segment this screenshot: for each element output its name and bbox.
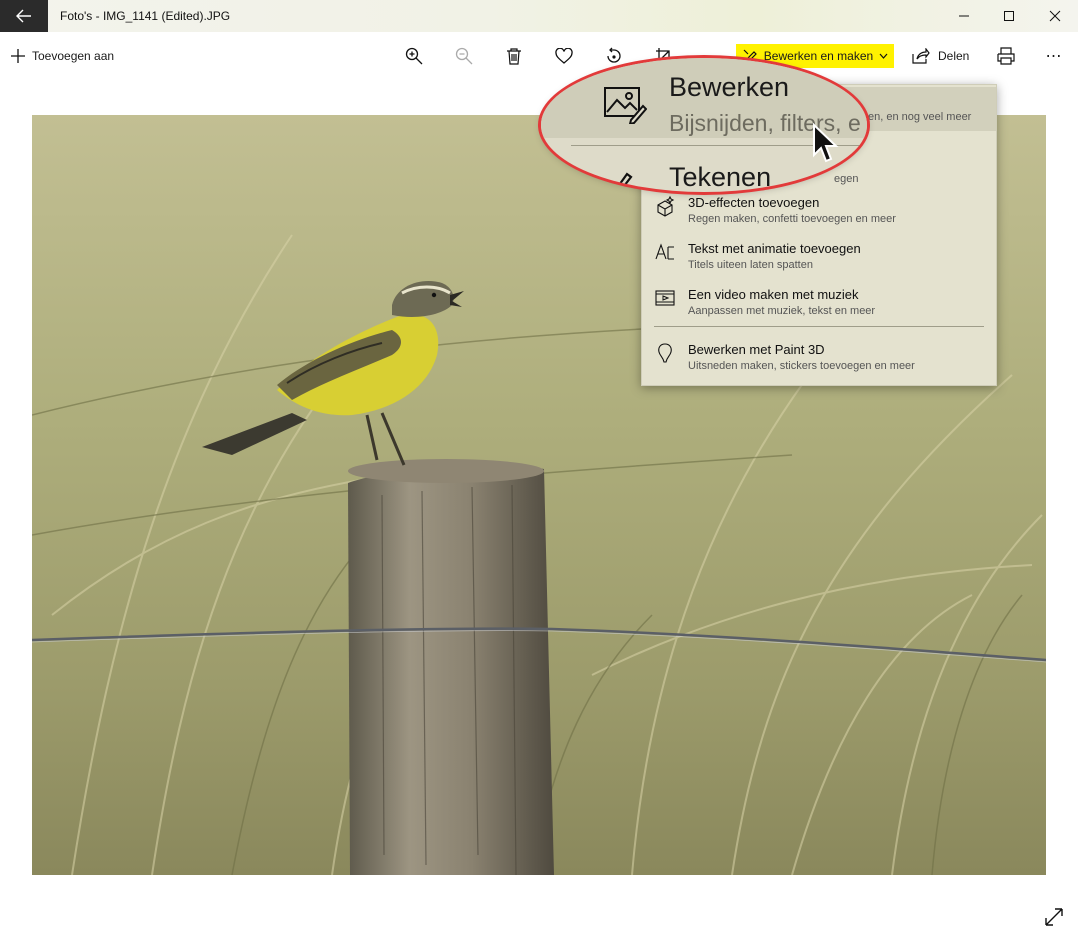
print-button[interactable] — [990, 40, 1022, 72]
zoom-out-button[interactable] — [448, 40, 480, 72]
minimize-button[interactable] — [941, 0, 987, 32]
menu-item-video-music[interactable]: Een video maken met muziek Aanpassen met… — [642, 281, 996, 325]
minimize-icon — [959, 15, 969, 17]
draw-pen-icon — [615, 172, 633, 192]
plus-icon — [11, 49, 25, 63]
back-button[interactable] — [0, 0, 48, 32]
expand-icon — [1045, 908, 1063, 926]
share-icon — [912, 48, 930, 64]
menu-separator — [654, 326, 984, 327]
back-arrow-icon — [16, 9, 31, 23]
maximize-icon — [1004, 11, 1014, 21]
mouse-cursor-icon — [813, 123, 839, 163]
zoom-in-button[interactable] — [398, 40, 430, 72]
app-toolbar: Toevoegen aan Bewerken en maken Delen ⋯ — [0, 32, 1078, 80]
menu-item-animated-text-title: Tekst met animatie toevoegen — [688, 241, 861, 256]
video-icon — [655, 290, 675, 306]
close-button[interactable] — [1032, 0, 1078, 32]
menu-item-3d-title: 3D-effecten toevoegen — [688, 195, 820, 210]
delete-button[interactable] — [498, 40, 530, 72]
menu-item-video-subtitle: Aanpassen met muziek, tekst en meer — [688, 305, 876, 317]
menu-item-paint3d-title: Bewerken met Paint 3D — [688, 342, 825, 357]
window-title: Foto's - IMG_1141 (Edited).JPG — [60, 9, 231, 23]
menu-item-animated-text[interactable]: Tekst met animatie toevoegen Titels uite… — [642, 235, 996, 279]
add-to-button[interactable]: Toevoegen aan — [10, 46, 114, 66]
menu-item-animated-text-subtitle: Titels uiteen laten spatten — [688, 259, 813, 271]
trash-icon — [507, 48, 521, 65]
zoom-out-icon — [455, 47, 473, 65]
printer-icon — [997, 47, 1015, 65]
expand-button[interactable] — [1042, 905, 1066, 929]
cube-sparkle-icon — [657, 195, 675, 217]
menu-item-3d-effects[interactable]: 3D-effecten toevoegen Regen maken, confe… — [642, 189, 996, 233]
magnified-draw-title: Tekenen — [669, 162, 772, 192]
add-to-label: Toevoegen aan — [32, 49, 115, 63]
zoom-in-icon — [405, 47, 423, 65]
animated-text-icon — [655, 243, 674, 260]
share-button[interactable]: Delen — [912, 46, 969, 66]
menu-item-paint3d-subtitle: Uitsneden maken, stickers toevoegen en m… — [688, 360, 915, 372]
magnified-edit-title: Bewerken — [669, 72, 790, 102]
menu-item-edit-subtitle: en, en nog veel meer — [868, 111, 972, 123]
title-bar: Foto's - IMG_1141 (Edited).JPG — [0, 0, 1078, 32]
more-icon: ⋯ — [1045, 48, 1063, 65]
share-label: Delen — [938, 49, 970, 63]
more-button[interactable]: ⋯ — [1040, 42, 1068, 70]
chevron-down-icon — [879, 53, 888, 59]
close-icon — [1049, 10, 1061, 22]
menu-item-3d-subtitle: Regen maken, confetti toevoegen en meer — [688, 213, 896, 225]
maximize-button[interactable] — [986, 0, 1032, 32]
image-edit-icon — [604, 87, 647, 124]
menu-item-video-title: Een video maken met muziek — [688, 287, 859, 302]
menu-item-paint3d[interactable]: Bewerken met Paint 3D Uitsneden maken, s… — [642, 336, 996, 380]
menu-item-draw-subtitle: egen — [834, 173, 859, 185]
paint3d-icon — [658, 343, 672, 363]
